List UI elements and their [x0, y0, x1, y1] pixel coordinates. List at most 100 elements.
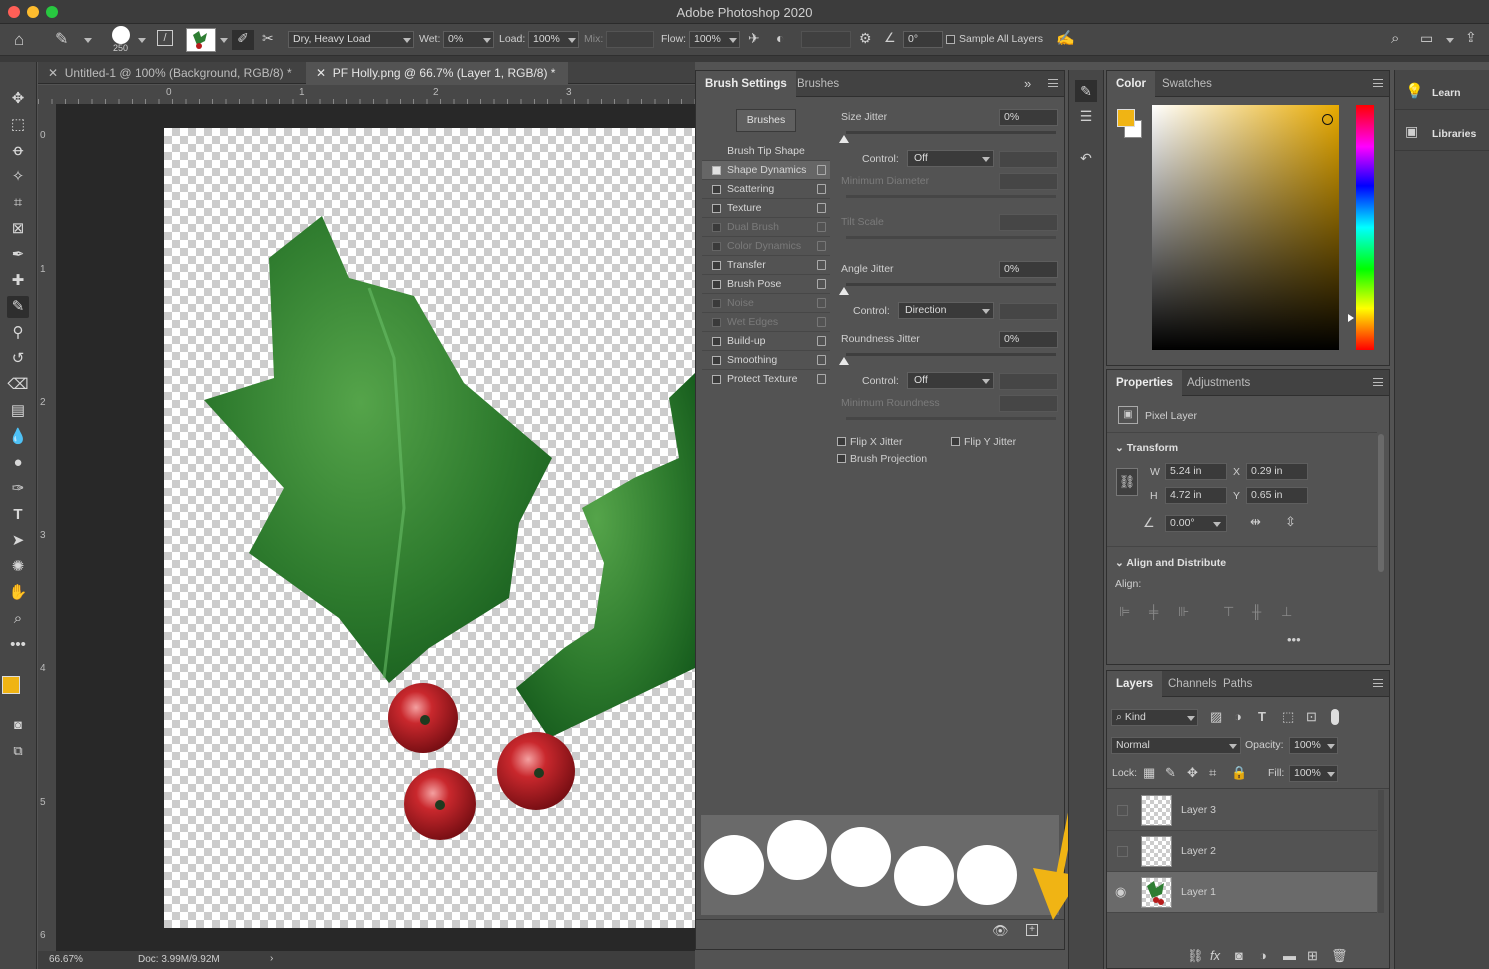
magic-wand-tool-icon[interactable]: ✧ — [7, 166, 29, 188]
more-tools-icon[interactable]: ••• — [7, 634, 29, 656]
eraser-tool-icon[interactable]: ⌫ — [7, 374, 29, 396]
link-icon[interactable]: ⛓ — [1116, 468, 1138, 496]
libraries-button[interactable]: ▣ Libraries — [1395, 111, 1489, 151]
load-brush-icon[interactable]: ✐ — [232, 30, 254, 50]
option-shape-dynamics[interactable]: Shape Dynamics — [702, 161, 830, 180]
option-protect-texture[interactable]: Protect Texture — [702, 370, 830, 389]
layer-name[interactable]: Layer 1 — [1181, 886, 1216, 898]
new-fill-adjustment-icon[interactable]: ◑ — [1259, 948, 1267, 963]
size-jitter-slider[interactable] — [846, 131, 1056, 134]
close-icon[interactable]: ✕ — [316, 66, 326, 80]
lock-icon[interactable] — [817, 336, 826, 346]
option-build-up[interactable]: Build-up — [702, 332, 830, 351]
brush-preset-icon[interactable] — [112, 26, 130, 44]
trash-icon[interactable]: 🗑 — [1331, 948, 1348, 964]
height-field[interactable]: 4.72 in — [1165, 487, 1227, 504]
workspace-icon[interactable]: ▭ — [1420, 30, 1433, 47]
layer-style-icon[interactable]: fx — [1210, 948, 1220, 963]
properties-scrollbar[interactable] — [1378, 434, 1384, 572]
lock-icon[interactable] — [817, 203, 826, 213]
roundness-jitter-knob[interactable] — [839, 357, 849, 365]
history-panel-icon[interactable]: ↶ — [1075, 150, 1097, 167]
lock-icon[interactable] — [817, 184, 826, 194]
zoom-tool-icon[interactable]: ⌕ — [7, 608, 29, 630]
flip-horizontal-icon[interactable]: ⇹ — [1250, 514, 1261, 530]
more-options-icon[interactable]: ••• — [1287, 632, 1301, 647]
doc-tab-holly[interactable]: ✕ PF Holly.png @ 66.7% (Layer 1, RGB/8) … — [306, 62, 568, 84]
marquee-tool-icon[interactable]: ⬚ — [7, 114, 29, 136]
hue-slider-handle[interactable] — [1348, 314, 1354, 322]
share-icon[interactable]: ⇪ — [1465, 29, 1477, 46]
control-value-field-1[interactable] — [999, 151, 1058, 168]
layer-row[interactable]: Layer 2 — [1107, 831, 1377, 872]
lock-all-icon[interactable]: 🔒 — [1231, 765, 1247, 781]
option-brush-tip-shape[interactable]: Brush Tip Shape — [702, 142, 830, 161]
roundness-jitter-field[interactable]: 0% — [999, 331, 1058, 348]
control-value-field-3[interactable] — [999, 373, 1058, 390]
brush-tool-icon[interactable]: ✎ — [7, 296, 29, 318]
layer-row[interactable]: Layer 3 — [1107, 790, 1377, 831]
align-middle-icon[interactable]: ╫ — [1252, 604, 1261, 619]
close-icon[interactable]: ✕ — [48, 66, 58, 80]
checkbox[interactable] — [712, 261, 721, 270]
tab-properties[interactable]: Properties — [1107, 370, 1182, 396]
flip-y-checkbox[interactable] — [951, 437, 960, 446]
lock-icon[interactable] — [817, 374, 826, 384]
filter-smart-object-icon[interactable]: ⊡ — [1306, 709, 1317, 725]
x-field[interactable]: 0.29 in — [1246, 463, 1308, 480]
min-diameter-field[interactable] — [999, 173, 1058, 190]
color-panel-foreground-swatch[interactable] — [1117, 109, 1135, 127]
clean-brush-icon[interactable]: ✂ — [262, 30, 274, 47]
hand-tool-icon[interactable]: ✋ — [7, 582, 29, 604]
current-brush-load-swatch[interactable] — [186, 28, 216, 52]
add-mask-icon[interactable]: ◙ — [1235, 948, 1243, 963]
visibility-toggle[interactable] — [1117, 805, 1128, 816]
option-smoothing[interactable]: Smoothing — [702, 351, 830, 370]
adjustments-panel-icon[interactable]: ☰ — [1075, 108, 1097, 125]
size-jitter-knob[interactable] — [839, 135, 849, 143]
new-layer-icon[interactable]: ⊞ — [1307, 948, 1318, 964]
type-tool-icon[interactable]: T — [7, 504, 29, 526]
angle-jitter-field[interactable]: 0% — [999, 261, 1058, 278]
quick-mask-icon[interactable]: ◙ — [7, 714, 29, 736]
gradient-tool-icon[interactable]: ▤ — [7, 400, 29, 422]
pressure-size-icon[interactable]: ✍ — [1056, 29, 1075, 47]
mix-field[interactable] — [606, 31, 654, 48]
checkbox[interactable] — [712, 280, 721, 289]
control-select-2[interactable]: Direction — [898, 302, 994, 319]
new-group-icon[interactable]: ▬ — [1283, 948, 1296, 963]
eyedropper-tool-icon[interactable]: ✒ — [7, 244, 29, 266]
align-right-icon[interactable]: ⊪ — [1178, 604, 1189, 620]
lock-position-icon[interactable]: ✥ — [1187, 765, 1198, 781]
tab-swatches[interactable]: Swatches — [1153, 71, 1221, 97]
lock-icon[interactable] — [817, 279, 826, 289]
option-brush-pose[interactable]: Brush Pose — [702, 275, 830, 294]
width-field[interactable]: 5.24 in — [1165, 463, 1227, 480]
zoom-level[interactable]: 66.67% — [49, 954, 83, 965]
color-picker-handle[interactable] — [1322, 114, 1333, 125]
blend-preset-select[interactable]: Dry, Heavy Load — [288, 31, 414, 48]
filter-adjustment-icon[interactable]: ◑ — [1234, 709, 1242, 724]
mixer-brush-tool-icon[interactable]: ✎ — [55, 29, 68, 49]
panel-menu-icon[interactable] — [1048, 79, 1058, 87]
visibility-toggle[interactable] — [1117, 846, 1128, 857]
option-transfer[interactable]: Transfer — [702, 256, 830, 275]
angle-jitter-slider[interactable] — [846, 283, 1056, 286]
tab-brushes[interactable]: Brushes — [788, 71, 848, 97]
toggle-live-tip-preview-icon[interactable]: 👁 — [992, 923, 1009, 939]
move-tool-icon[interactable]: ✥ — [7, 88, 29, 110]
tab-adjustments[interactable]: Adjustments — [1178, 370, 1259, 396]
brushes-button[interactable]: Brushes — [736, 109, 796, 132]
doc-tab-untitled[interactable]: ✕ Untitled-1 @ 100% (Background, RGB/8) … — [38, 62, 306, 84]
control-select-1[interactable]: Off — [907, 150, 994, 167]
lock-artboard-icon[interactable]: ⌗ — [1209, 765, 1216, 781]
airbrush-icon[interactable]: ✈ — [748, 30, 760, 47]
eye-icon[interactable]: ◉ — [1115, 884, 1126, 900]
tab-brush-settings[interactable]: Brush Settings — [696, 71, 796, 97]
lock-icon[interactable] — [817, 260, 826, 270]
sample-all-layers-checkbox[interactable] — [946, 35, 955, 44]
layer-row[interactable]: ◉ Layer 1 — [1107, 872, 1377, 913]
brush-settings-toggle-icon[interactable]: / — [157, 30, 173, 46]
status-expand-icon[interactable]: › — [270, 953, 273, 964]
blur-tool-icon[interactable]: 💧 — [7, 426, 29, 448]
